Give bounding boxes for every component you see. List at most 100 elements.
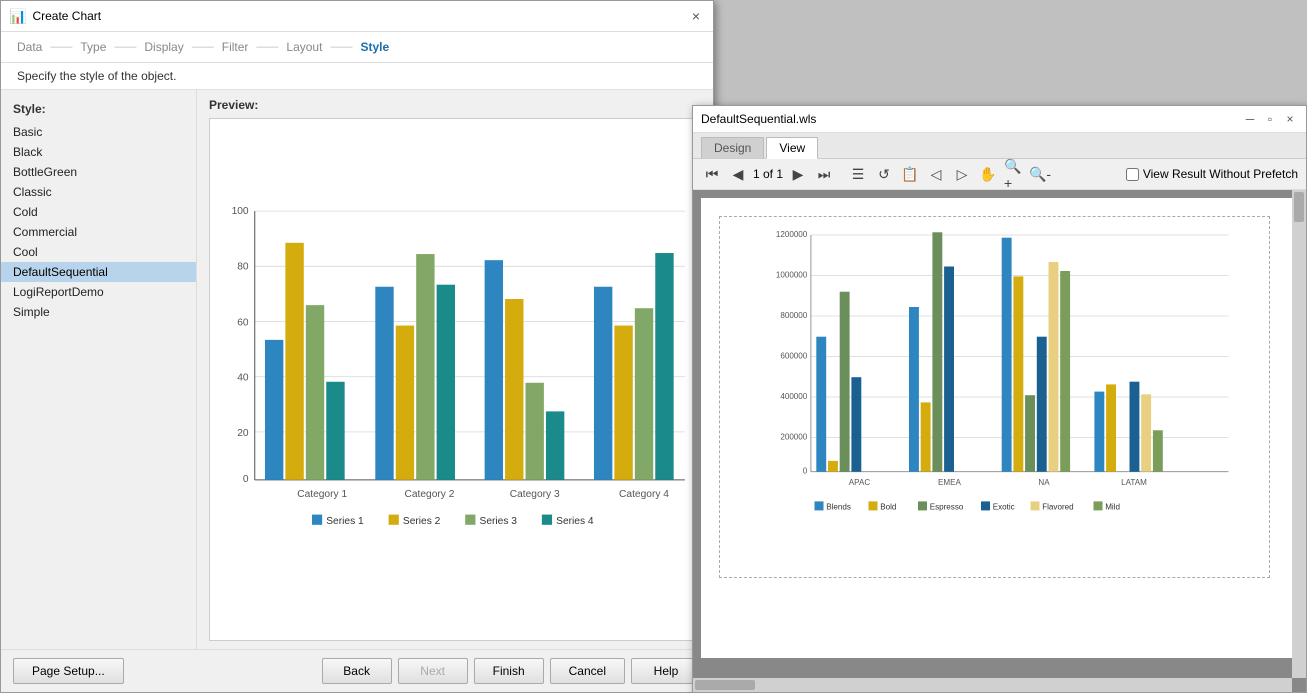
svg-text:80: 80 xyxy=(237,261,249,272)
svg-text:400000: 400000 xyxy=(780,392,807,401)
svg-text:Espresso: Espresso xyxy=(930,503,964,512)
view-option-container: View Result Without Prefetch xyxy=(1126,167,1298,181)
svg-text:600000: 600000 xyxy=(780,351,807,360)
svg-text:0: 0 xyxy=(803,467,808,476)
wizard-steps: Data —— Type —— Display —— Filter —— Lay… xyxy=(1,32,713,63)
svg-text:Blends: Blends xyxy=(826,503,851,512)
svg-text:200000: 200000 xyxy=(780,432,807,441)
step-filter[interactable]: Filter xyxy=(222,40,249,54)
last-page-button[interactable]: ⏭ xyxy=(813,163,835,185)
svg-text:1200000: 1200000 xyxy=(776,230,808,239)
style-item-cold[interactable]: Cold xyxy=(1,202,196,222)
wizard-body: Style: Basic Black BottleGreen Classic C… xyxy=(1,90,713,649)
wls-panel: DefaultSequential.wls ─ ▫ × Design View … xyxy=(692,105,1307,693)
chart-container: 100 80 60 40 20 0 xyxy=(209,118,701,641)
wls-page: 1200000 1000000 800000 600000 400000 200… xyxy=(701,198,1298,658)
dialog-title: Create Chart xyxy=(32,9,681,23)
export-button[interactable]: 📋 xyxy=(899,163,921,185)
wls-chart: 1200000 1000000 800000 600000 400000 200… xyxy=(720,217,1269,577)
style-item-bottlegreen[interactable]: BottleGreen xyxy=(1,162,196,182)
preview-label: Preview: xyxy=(209,98,701,112)
wls-minimize-button[interactable]: ─ xyxy=(1242,111,1258,127)
dialog-footer: Page Setup... Back Next Finish Cancel He… xyxy=(1,649,713,692)
wls-close-button[interactable]: × xyxy=(1282,111,1298,127)
svg-text:Bold: Bold xyxy=(880,503,896,512)
style-item-black[interactable]: Black xyxy=(1,142,196,162)
close-button[interactable]: × xyxy=(687,7,705,25)
forward-nav-button[interactable]: ▷ xyxy=(951,163,973,185)
tab-view[interactable]: View xyxy=(766,137,818,159)
back-nav-button[interactable]: ◁ xyxy=(925,163,947,185)
prev-page-button[interactable]: ◀ xyxy=(727,163,749,185)
first-page-button[interactable]: ⏮ xyxy=(701,163,723,185)
svg-text:Series 4: Series 4 xyxy=(556,516,594,527)
list-view-button[interactable]: ☰ xyxy=(847,163,869,185)
preview-panel: Preview: 100 80 60 40 20 0 xyxy=(197,90,713,649)
preview-chart: 100 80 60 40 20 0 xyxy=(220,129,690,610)
style-item-logireportdemo[interactable]: LogiReportDemo xyxy=(1,282,196,302)
wls-content[interactable]: 1200000 1000000 800000 600000 400000 200… xyxy=(693,190,1306,692)
cancel-button[interactable]: Cancel xyxy=(550,658,625,684)
tab-design[interactable]: Design xyxy=(701,137,764,158)
step-display[interactable]: Display xyxy=(144,40,183,54)
chart-icon: 📊 xyxy=(9,8,26,25)
step-type[interactable]: Type xyxy=(80,40,106,54)
wls-scrollbar-horizontal[interactable] xyxy=(693,678,1292,692)
step-layout[interactable]: Layout xyxy=(286,40,322,54)
svg-text:LATAM: LATAM xyxy=(1121,478,1147,487)
svg-text:EMEA: EMEA xyxy=(938,478,962,487)
svg-text:Category 1: Category 1 xyxy=(297,489,347,500)
wls-title-text: DefaultSequential.wls xyxy=(701,112,1242,126)
style-item-cool[interactable]: Cool xyxy=(1,242,196,262)
style-label: Style: xyxy=(1,98,196,122)
svg-text:Flavored: Flavored xyxy=(1042,503,1073,512)
svg-text:Exotic: Exotic xyxy=(993,503,1015,512)
svg-text:0: 0 xyxy=(243,474,249,485)
svg-text:Category 2: Category 2 xyxy=(404,489,454,500)
svg-text:APAC: APAC xyxy=(849,478,871,487)
style-item-basic[interactable]: Basic xyxy=(1,122,196,142)
back-button[interactable]: Back xyxy=(322,658,392,684)
create-chart-dialog: 📊 Create Chart × Data —— Type —— Display… xyxy=(0,0,714,693)
svg-text:Mild: Mild xyxy=(1105,503,1120,512)
refresh-button[interactable]: ↺ xyxy=(873,163,895,185)
svg-text:Series 1: Series 1 xyxy=(326,516,364,527)
next-page-button[interactable]: ▶ xyxy=(787,163,809,185)
svg-text:Series 3: Series 3 xyxy=(480,516,518,527)
svg-text:20: 20 xyxy=(237,428,249,439)
svg-text:40: 40 xyxy=(237,373,249,384)
svg-text:800000: 800000 xyxy=(780,311,807,320)
style-item-defaultsequential[interactable]: DefaultSequential xyxy=(1,262,196,282)
svg-text:60: 60 xyxy=(237,318,249,329)
pan-button[interactable]: ✋ xyxy=(977,163,999,185)
svg-text:NA: NA xyxy=(1038,478,1050,487)
zoom-out-button[interactable]: 🔍- xyxy=(1029,163,1051,185)
page-setup-button[interactable]: Page Setup... xyxy=(13,658,124,684)
wls-scrollbar-vertical[interactable] xyxy=(1292,190,1306,678)
wizard-subtitle: Specify the style of the object. xyxy=(1,63,713,90)
view-result-checkbox[interactable] xyxy=(1126,168,1139,181)
page-border: 1200000 1000000 800000 600000 400000 200… xyxy=(719,216,1270,578)
next-button[interactable]: Next xyxy=(398,658,468,684)
page-info: 1 of 1 xyxy=(753,167,783,181)
wls-tabs: Design View xyxy=(693,133,1306,159)
svg-text:Category 4: Category 4 xyxy=(619,489,669,500)
wls-toolbar: ⏮ ◀ 1 of 1 ▶ ⏭ ☰ ↺ 📋 ◁ ▷ ✋ 🔍+ 🔍- View Re… xyxy=(693,159,1306,190)
svg-text:Category 3: Category 3 xyxy=(510,489,560,500)
help-button[interactable]: Help xyxy=(631,658,701,684)
view-result-label: View Result Without Prefetch xyxy=(1143,167,1298,181)
style-panel: Style: Basic Black BottleGreen Classic C… xyxy=(1,90,197,649)
svg-text:100: 100 xyxy=(232,206,249,217)
step-data[interactable]: Data xyxy=(17,40,42,54)
svg-text:1000000: 1000000 xyxy=(776,270,808,279)
style-item-commercial[interactable]: Commercial xyxy=(1,222,196,242)
zoom-in-button[interactable]: 🔍+ xyxy=(1003,163,1025,185)
style-item-classic[interactable]: Classic xyxy=(1,182,196,202)
dialog-titlebar: 📊 Create Chart × xyxy=(1,1,713,32)
wls-titlebar: DefaultSequential.wls ─ ▫ × xyxy=(693,106,1306,133)
style-item-simple[interactable]: Simple xyxy=(1,302,196,322)
svg-text:Series 2: Series 2 xyxy=(403,516,441,527)
wls-restore-button[interactable]: ▫ xyxy=(1262,111,1278,127)
step-style[interactable]: Style xyxy=(360,40,389,54)
finish-button[interactable]: Finish xyxy=(474,658,544,684)
